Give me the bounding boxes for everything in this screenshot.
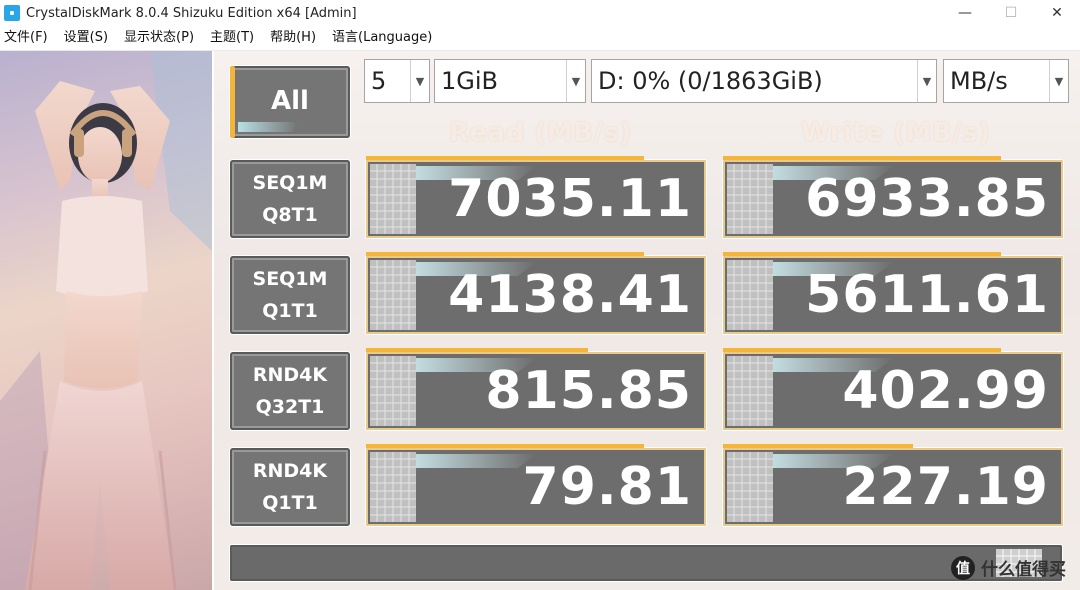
watermark-text: 什么值得买 [981, 560, 1066, 580]
menu-bar: 文件(F) 设置(S) 显示状态(P) 主题(T) 帮助(H) 语言(Langu… [0, 26, 1080, 51]
read-result-rnd4k-q32t1: 815.85 [366, 348, 706, 430]
write-value: 227.19 [842, 457, 1049, 517]
write-result-rnd4k-q1t1: 227.19 [723, 444, 1063, 526]
all-button-label: All [271, 86, 309, 116]
test-button-seq1m-q8t1[interactable]: SEQ1M Q8T1 [230, 160, 350, 238]
read-value: 79.81 [522, 457, 692, 517]
test-button-rnd4k-q32t1[interactable]: RND4K Q32T1 [230, 352, 350, 430]
unit-value: MB/s [950, 67, 1008, 95]
all-button[interactable]: All [230, 66, 350, 138]
main-panel: All 5 ▼ 1GiB ▼ D: 0% (0/1863GiB) ▼ MB/s … [214, 51, 1080, 590]
maximize-button[interactable]: ☐ [988, 0, 1034, 26]
site-watermark: 值 什么值得买 [951, 555, 1066, 580]
bar-grid-decoration [727, 164, 773, 234]
chevron-down-icon: ▼ [410, 60, 429, 102]
test-label-line1: RND4K [252, 460, 328, 482]
comment-field[interactable] [230, 545, 1062, 581]
bar-grid-decoration [370, 260, 416, 330]
test-label-line2: Q32T1 [255, 396, 325, 418]
chevron-down-icon: ▼ [917, 60, 936, 102]
bar-grid-decoration [370, 356, 416, 426]
test-label-line1: RND4K [252, 364, 328, 386]
menu-settings[interactable]: 设置(S) [56, 26, 116, 50]
write-value: 5611.61 [805, 265, 1049, 325]
character-illustration [0, 51, 212, 590]
bar-grid-decoration [370, 452, 416, 522]
size-value: 1GiB [441, 67, 498, 95]
read-header: Read (MB/s) [449, 118, 632, 148]
drive-select[interactable]: D: 0% (0/1863GiB) ▼ [591, 59, 937, 103]
write-header: Write (MB/s) [801, 118, 991, 148]
menu-file[interactable]: 文件(F) [0, 26, 56, 50]
menu-help[interactable]: 帮助(H) [262, 26, 324, 50]
read-result-seq1m-q1t1: 4138.41 [366, 252, 706, 334]
write-value: 6933.85 [805, 169, 1049, 229]
write-value: 402.99 [842, 361, 1049, 421]
bar-grid-decoration [727, 356, 773, 426]
character-artwork [0, 51, 212, 590]
test-button-rnd4k-q1t1[interactable]: RND4K Q1T1 [230, 448, 350, 526]
test-label-line2: Q1T1 [262, 300, 318, 322]
app-icon [4, 5, 20, 21]
size-select[interactable]: 1GiB ▼ [434, 59, 586, 103]
read-value: 4138.41 [448, 265, 692, 325]
title-bar: CrystalDiskMark 8.0.4 Shizuku Edition x6… [0, 0, 1080, 26]
window-title: CrystalDiskMark 8.0.4 Shizuku Edition x6… [26, 5, 357, 21]
write-result-seq1m-q8t1: 6933.85 [723, 156, 1063, 238]
close-button[interactable]: ✕ [1034, 0, 1080, 26]
runs-value: 5 [371, 67, 387, 95]
read-value: 815.85 [485, 361, 692, 421]
test-label-line2: Q8T1 [262, 204, 318, 226]
menu-theme[interactable]: 主题(T) [202, 26, 262, 50]
runs-select[interactable]: 5 ▼ [364, 59, 430, 103]
test-label-line1: SEQ1M [252, 172, 328, 194]
window-controls: — ☐ ✕ [942, 0, 1080, 26]
read-value: 7035.11 [448, 169, 692, 229]
write-result-seq1m-q1t1: 5611.61 [723, 252, 1063, 334]
read-result-rnd4k-q1t1: 79.81 [366, 444, 706, 526]
unit-select[interactable]: MB/s ▼ [943, 59, 1069, 103]
watermark-logo-icon: 值 [951, 555, 975, 580]
menu-display[interactable]: 显示状态(P) [116, 26, 202, 50]
read-result-seq1m-q8t1: 7035.11 [366, 156, 706, 238]
chevron-down-icon: ▼ [1049, 60, 1068, 102]
drive-value: D: 0% (0/1863GiB) [598, 67, 823, 95]
test-label-line1: SEQ1M [252, 268, 328, 290]
bar-streak-decoration [416, 454, 536, 468]
chevron-down-icon: ▼ [566, 60, 585, 102]
menu-language[interactable]: 语言(Language) [324, 26, 440, 50]
minimize-button[interactable]: — [942, 0, 988, 26]
write-result-rnd4k-q32t1: 402.99 [723, 348, 1063, 430]
test-label-line2: Q1T1 [262, 492, 318, 514]
bar-grid-decoration [727, 260, 773, 330]
test-button-seq1m-q1t1[interactable]: SEQ1M Q1T1 [230, 256, 350, 334]
bar-grid-decoration [370, 164, 416, 234]
tile-decoration [238, 122, 298, 132]
bar-grid-decoration [727, 452, 773, 522]
